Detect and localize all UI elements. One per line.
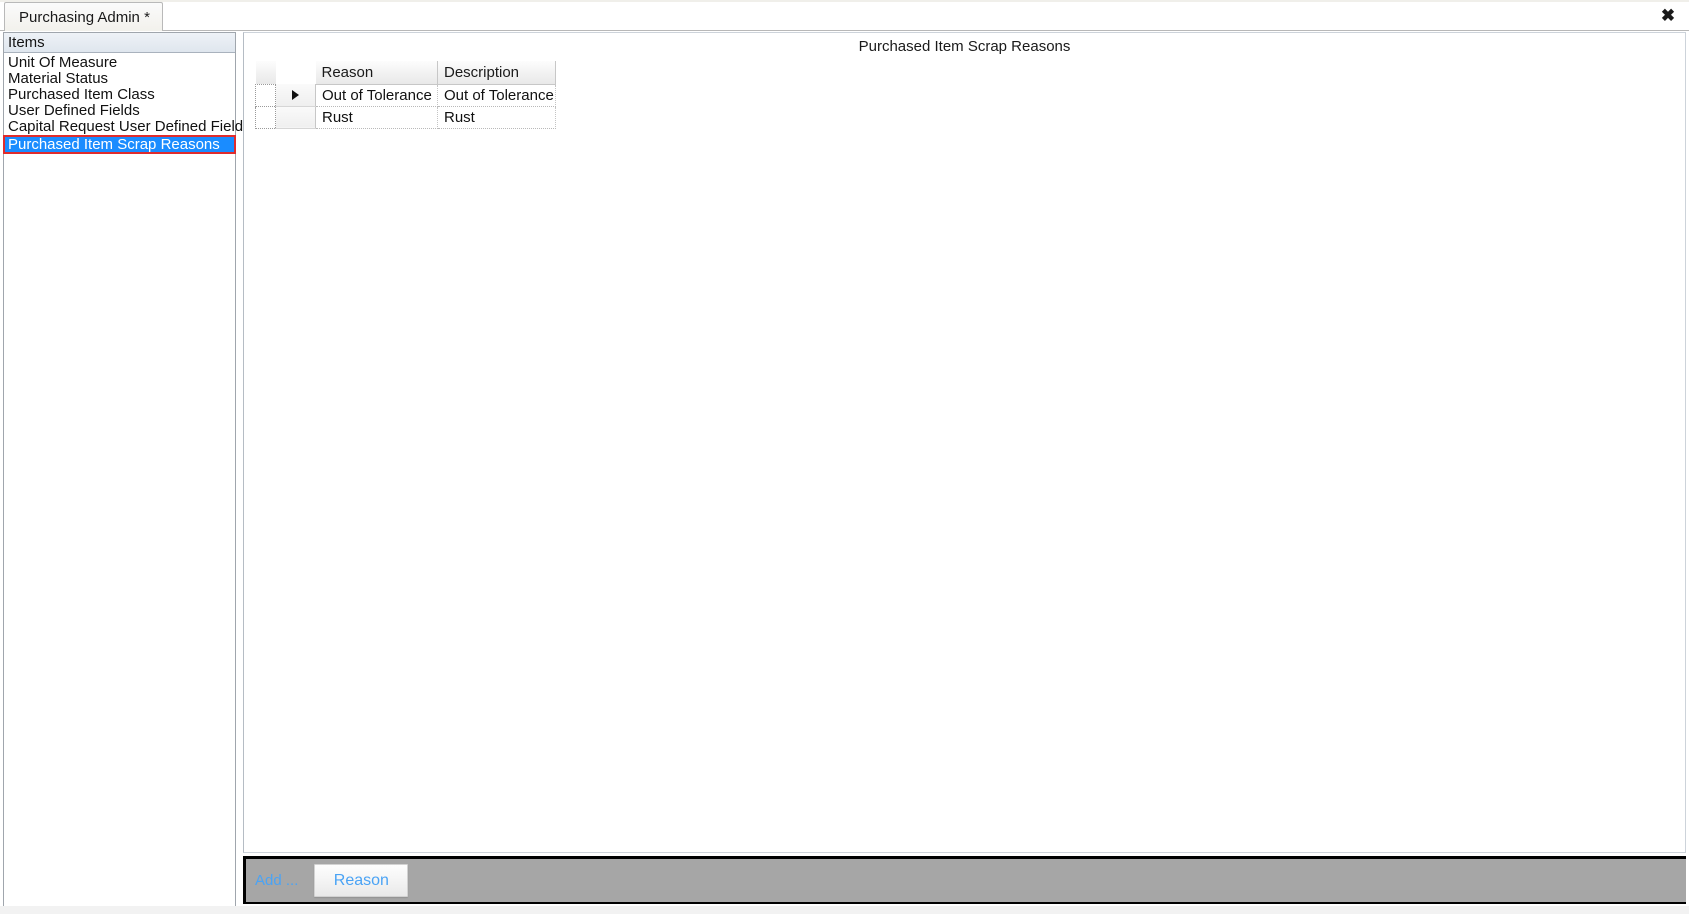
sidebar-item-label: Purchased Item Class bbox=[8, 86, 155, 103]
sidebar-item-material-status[interactable]: Material Status bbox=[4, 71, 235, 87]
main-content-panel: Purchased Item Scrap Reasons Reason Desc… bbox=[243, 32, 1686, 853]
sidebar-item-label: User Defined Fields bbox=[8, 102, 140, 119]
sidebar-item-label: Purchased Item Scrap Reasons bbox=[8, 136, 220, 153]
cell-value: Rust bbox=[444, 108, 475, 126]
table-row[interactable]: Rust Rust bbox=[255, 105, 556, 129]
sidebar-item-capital-request-user-defined-fields[interactable]: Capital Request User Defined Fields bbox=[4, 119, 251, 135]
row-selector-cell[interactable] bbox=[275, 106, 316, 129]
sidebar-item-label: Capital Request User Defined Fields bbox=[8, 118, 251, 135]
close-icon[interactable]: ✖ bbox=[1655, 2, 1681, 28]
table-row[interactable]: Out of Tolerance Out of Tolerance bbox=[255, 83, 556, 107]
row-marker-cell bbox=[255, 83, 276, 107]
grid-table: Reason Description Out of Tolerance Out … bbox=[255, 61, 556, 129]
column-header-description[interactable]: Description bbox=[437, 61, 556, 85]
sidebar-item-user-defined-fields[interactable]: User Defined Fields bbox=[4, 103, 235, 119]
sidebar-panel: Items Unit Of Measure Material Status Pu… bbox=[3, 32, 251, 910]
cell-reason[interactable]: Rust bbox=[315, 106, 438, 129]
row-selector-cell[interactable] bbox=[275, 84, 316, 107]
sidebar-item-unit-of-measure[interactable]: Unit Of Measure bbox=[4, 55, 235, 71]
add-label: Add ... bbox=[255, 872, 299, 889]
current-row-arrow-icon bbox=[292, 90, 299, 101]
cell-value: Out of Tolerance bbox=[322, 86, 432, 104]
sidebar-item-label: Material Status bbox=[8, 70, 109, 87]
tab-label: Purchasing Admin * bbox=[19, 8, 150, 26]
window-bottom-strip bbox=[0, 906, 1689, 914]
cell-value: Rust bbox=[322, 108, 353, 126]
cell-reason[interactable]: Out of Tolerance bbox=[315, 84, 438, 107]
grid-header-row: Reason Description bbox=[255, 61, 556, 85]
sidebar-item-purchased-item-scrap-reasons[interactable]: Purchased Item Scrap Reasons bbox=[3, 135, 236, 154]
grid-row-selector-header bbox=[276, 61, 316, 84]
tab-bar: Purchasing Admin * ✖ bbox=[0, 0, 1689, 31]
sidebar-item-label: Unit Of Measure bbox=[8, 54, 118, 71]
sidebar-header-label: Items bbox=[8, 34, 45, 51]
column-header-label: Description bbox=[444, 63, 520, 81]
sidebar-header: Items bbox=[4, 33, 235, 53]
column-header-label: Reason bbox=[321, 63, 374, 81]
cell-value: Out of Tolerance bbox=[444, 86, 554, 104]
cell-description[interactable]: Rust bbox=[437, 106, 556, 129]
sidebar-list: Unit Of Measure Material Status Purchase… bbox=[3, 53, 251, 154]
bottom-action-bar: Add ... Reason bbox=[243, 856, 1686, 904]
grid-corner-cell bbox=[255, 61, 276, 84]
column-header-reason[interactable]: Reason bbox=[315, 61, 438, 85]
add-reason-button-label: Reason bbox=[333, 871, 389, 889]
cell-description[interactable]: Out of Tolerance bbox=[437, 84, 556, 107]
scrap-reasons-grid[interactable]: Reason Description Out of Tolerance Out … bbox=[255, 61, 556, 129]
row-marker-cell bbox=[255, 105, 276, 129]
tab-purchasing-admin[interactable]: Purchasing Admin * bbox=[4, 2, 163, 31]
grid-body: Out of Tolerance Out of Tolerance Rust R… bbox=[255, 83, 556, 129]
grid-header: Reason Description bbox=[255, 61, 556, 85]
page-title: Purchased Item Scrap Reasons bbox=[858, 38, 1071, 55]
add-reason-button[interactable]: Reason bbox=[314, 864, 409, 897]
sidebar-item-purchased-item-class[interactable]: Purchased Item Class bbox=[4, 87, 235, 103]
